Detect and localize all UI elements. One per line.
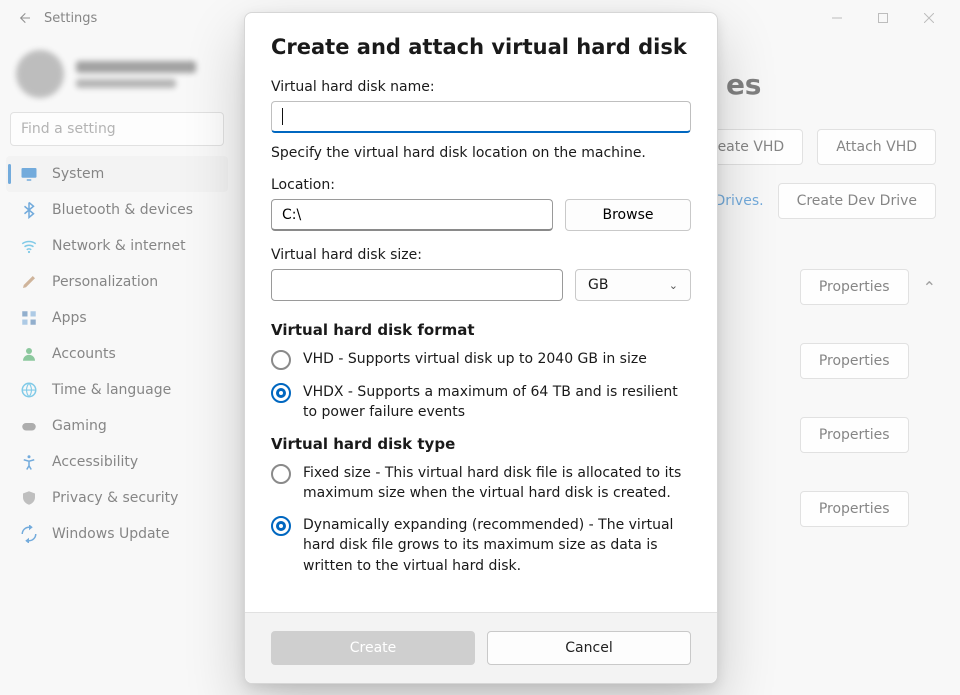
radio-icon xyxy=(271,516,291,536)
location-input[interactable] xyxy=(271,199,553,231)
format-vhdx-label: VHDX - Supports a maximum of 64 TB and i… xyxy=(303,382,691,423)
format-vhdx-radio[interactable]: VHDX - Supports a maximum of 64 TB and i… xyxy=(271,382,691,423)
dialog-footer: Create Cancel xyxy=(245,612,717,683)
size-unit-select[interactable]: GB ⌄ xyxy=(575,269,691,301)
create-vhd-dialog: Create and attach virtual hard disk Virt… xyxy=(244,12,718,684)
radio-icon xyxy=(271,350,291,370)
type-heading: Virtual hard disk type xyxy=(271,435,691,453)
dialog-title: Create and attach virtual hard disk xyxy=(271,35,691,59)
vhd-name-label: Virtual hard disk name: xyxy=(271,79,691,95)
size-unit-value: GB xyxy=(588,277,608,293)
type-dynamic-label: Dynamically expanding (recommended) - Th… xyxy=(303,515,691,576)
chevron-down-icon: ⌄ xyxy=(669,279,678,292)
format-vhd-radio[interactable]: VHD - Supports virtual disk up to 2040 G… xyxy=(271,349,691,370)
format-vhd-label: VHD - Supports virtual disk up to 2040 G… xyxy=(303,349,647,369)
type-fixed-radio[interactable]: Fixed size - This virtual hard disk file… xyxy=(271,463,691,504)
location-label: Location: xyxy=(271,177,691,193)
browse-button[interactable]: Browse xyxy=(565,199,691,231)
radio-icon xyxy=(271,464,291,484)
size-input[interactable] xyxy=(271,269,563,301)
type-fixed-label: Fixed size - This virtual hard disk file… xyxy=(303,463,691,504)
create-button[interactable]: Create xyxy=(271,631,475,665)
size-label: Virtual hard disk size: xyxy=(271,247,691,263)
radio-icon xyxy=(271,383,291,403)
cancel-button[interactable]: Cancel xyxy=(487,631,691,665)
location-hint: Specify the virtual hard disk location o… xyxy=(271,145,691,161)
vhd-name-input[interactable] xyxy=(271,101,691,133)
format-heading: Virtual hard disk format xyxy=(271,321,691,339)
type-dynamic-radio[interactable]: Dynamically expanding (recommended) - Th… xyxy=(271,515,691,576)
